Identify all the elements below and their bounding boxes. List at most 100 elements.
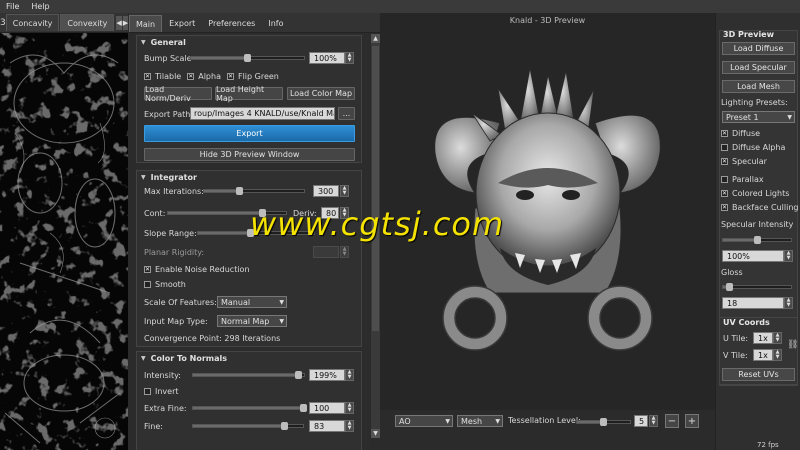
intensity-slider[interactable] — [192, 371, 305, 379]
map-preview[interactable] — [0, 33, 128, 450]
alpha-label: Alpha — [198, 71, 221, 81]
max-iterations-slider[interactable] — [203, 187, 305, 195]
tessellation-field[interactable]: 5 — [634, 415, 648, 427]
color-to-normals-header[interactable]: ▼ Color To Normals — [137, 352, 361, 364]
chevron-down-icon: ▼ — [279, 299, 284, 306]
tilable-checkbox[interactable]: ✕ — [144, 72, 151, 80]
tab-preferences[interactable]: Preferences — [202, 15, 261, 32]
smooth-label: Smooth — [155, 279, 186, 289]
alpha-checkbox[interactable]: ✕ — [187, 72, 195, 80]
menu-help[interactable]: Help — [25, 2, 55, 11]
slider-knob[interactable] — [299, 404, 307, 412]
color-to-normals-title: Color To Normals — [150, 353, 228, 363]
extra-fine-slider[interactable] — [192, 404, 307, 412]
u-tile-field[interactable]: 1x — [753, 332, 773, 344]
zoom-out-button[interactable]: − — [665, 414, 679, 428]
load-height-map-button[interactable]: Load Height Map — [215, 85, 283, 103]
specular-intensity-slider[interactable] — [722, 236, 792, 244]
gloss-field[interactable]: 18 — [722, 297, 784, 309]
planar-rigidity-stepper: ▲ ▼ — [340, 246, 349, 258]
fine-label: Fine: — [144, 421, 163, 431]
bump-scale-field[interactable]: 100% — [309, 52, 345, 64]
tab-concavity[interactable]: Concavity — [5, 14, 60, 31]
max-iterations-stepper[interactable]: ▲ ▼ — [340, 185, 349, 197]
slider-knob[interactable] — [726, 283, 734, 291]
bump-scale-label: Bump Scale — [144, 53, 192, 63]
tab-scroll-right-icon[interactable]: ▶ — [122, 15, 129, 30]
tab-convexity[interactable]: Convexity — [60, 14, 115, 31]
scroll-down-icon[interactable]: ▼ — [371, 429, 380, 438]
fine-slider[interactable] — [192, 422, 304, 430]
reset-uvs-button[interactable]: Reset UVs — [722, 368, 795, 381]
bump-scale-slider[interactable] — [190, 54, 305, 62]
lighting-presets-select[interactable]: Preset 1 ▼ — [722, 111, 795, 123]
tab-main[interactable]: Main — [129, 15, 163, 32]
export-button[interactable]: Export — [144, 125, 355, 142]
colored-lights-checkbox[interactable]: ✕ — [721, 190, 728, 197]
tab-scroll-left-icon[interactable]: ◀ — [116, 15, 122, 30]
general-header[interactable]: ▼ General — [137, 36, 361, 48]
fine-stepper[interactable]: ▲ ▼ — [345, 420, 354, 432]
diffuse-checkbox[interactable]: ✕ — [721, 130, 728, 137]
export-path-input[interactable]: roup/Images 4 KNALD/use/Knald Maps — [190, 107, 335, 120]
extra-fine-stepper[interactable]: ▲ ▼ — [345, 402, 354, 414]
enable-noise-checkbox[interactable]: ✕ — [144, 265, 151, 273]
scroll-thumb[interactable] — [372, 46, 379, 331]
specular-intensity-field[interactable]: 100% — [722, 250, 784, 262]
map-tabs: 3 Concavity Convexity ◀ ▶ — [0, 13, 129, 33]
invert-label: Invert — [155, 386, 179, 396]
cont-label: Cont: — [144, 208, 166, 218]
channel-select[interactable]: AO ▼ — [395, 415, 453, 427]
tab-info[interactable]: Info — [262, 15, 289, 32]
u-tile-stepper[interactable]: ▲ ▼ — [773, 332, 782, 344]
scale-features-select[interactable]: Manual ▼ — [217, 296, 287, 308]
v-tile-stepper[interactable]: ▲ ▼ — [773, 349, 782, 361]
hide-3d-preview-button[interactable]: Hide 3D Preview Window — [144, 148, 355, 161]
slider-knob[interactable] — [600, 418, 607, 426]
chevron-down-icon: ▼ — [787, 114, 792, 121]
intensity-stepper[interactable]: ▲ ▼ — [345, 369, 354, 381]
lighting-preset-value: Preset 1 — [726, 112, 759, 122]
display-mode-select[interactable]: Mesh ▼ — [457, 415, 503, 427]
slider-knob[interactable] — [280, 422, 288, 430]
integrator-header[interactable]: ▼ Integrator — [137, 171, 361, 183]
slider-knob[interactable] — [244, 54, 251, 62]
tab-export[interactable]: Export — [163, 15, 201, 32]
load-color-map-button[interactable]: Load Color Map — [287, 87, 355, 100]
intensity-field[interactable]: 199% — [309, 369, 345, 381]
specular-intensity-stepper[interactable]: ▲ ▼ — [784, 250, 793, 262]
link-chain-icon[interactable]: ⛓ — [787, 340, 798, 350]
backface-culling-checkbox[interactable]: ✕ — [721, 204, 728, 211]
slider-fill — [204, 190, 239, 192]
slider-knob[interactable] — [753, 236, 761, 244]
load-mesh-button[interactable]: Load Mesh — [722, 80, 795, 93]
smooth-checkbox[interactable] — [144, 280, 151, 288]
scroll-up-icon[interactable]: ▲ — [371, 34, 380, 43]
gloss-stepper[interactable]: ▲ ▼ — [784, 297, 793, 309]
load-diffuse-button[interactable]: Load Diffuse — [722, 42, 795, 55]
load-norm-deriv-button[interactable]: Load Norm/Deriv — [144, 85, 212, 103]
parallax-checkbox[interactable] — [721, 176, 728, 183]
input-map-select[interactable]: Normal Map ▼ — [217, 315, 287, 327]
slider-knob[interactable] — [235, 187, 243, 195]
zoom-in-button[interactable]: + — [685, 414, 699, 428]
specular-checkbox[interactable]: ✕ — [721, 158, 728, 165]
flip-green-checkbox[interactable]: ✕ — [226, 72, 234, 80]
diffuse-alpha-checkbox[interactable] — [721, 144, 728, 151]
slider-fill — [193, 407, 303, 409]
menu-file[interactable]: File — [0, 2, 25, 11]
gloss-slider[interactable] — [722, 283, 792, 291]
v-tile-field[interactable]: 1x — [753, 349, 773, 361]
browse-button[interactable]: ... — [338, 107, 355, 120]
invert-checkbox[interactable] — [144, 387, 151, 395]
extra-fine-field[interactable]: 100 — [309, 402, 345, 414]
max-iterations-field[interactable]: 300 — [313, 185, 339, 197]
watermark-text: www.cgtsj.com — [250, 205, 505, 243]
fine-field[interactable]: 83 — [309, 420, 345, 432]
slider-knob[interactable] — [294, 371, 302, 379]
specular-option: ✕ Specular — [721, 157, 767, 166]
tessellation-slider[interactable] — [576, 418, 631, 426]
load-specular-button[interactable]: Load Specular — [722, 61, 795, 74]
bump-scale-stepper[interactable]: ▲ ▼ — [345, 52, 354, 64]
tessellation-stepper[interactable]: ▲ ▼ — [649, 415, 658, 427]
